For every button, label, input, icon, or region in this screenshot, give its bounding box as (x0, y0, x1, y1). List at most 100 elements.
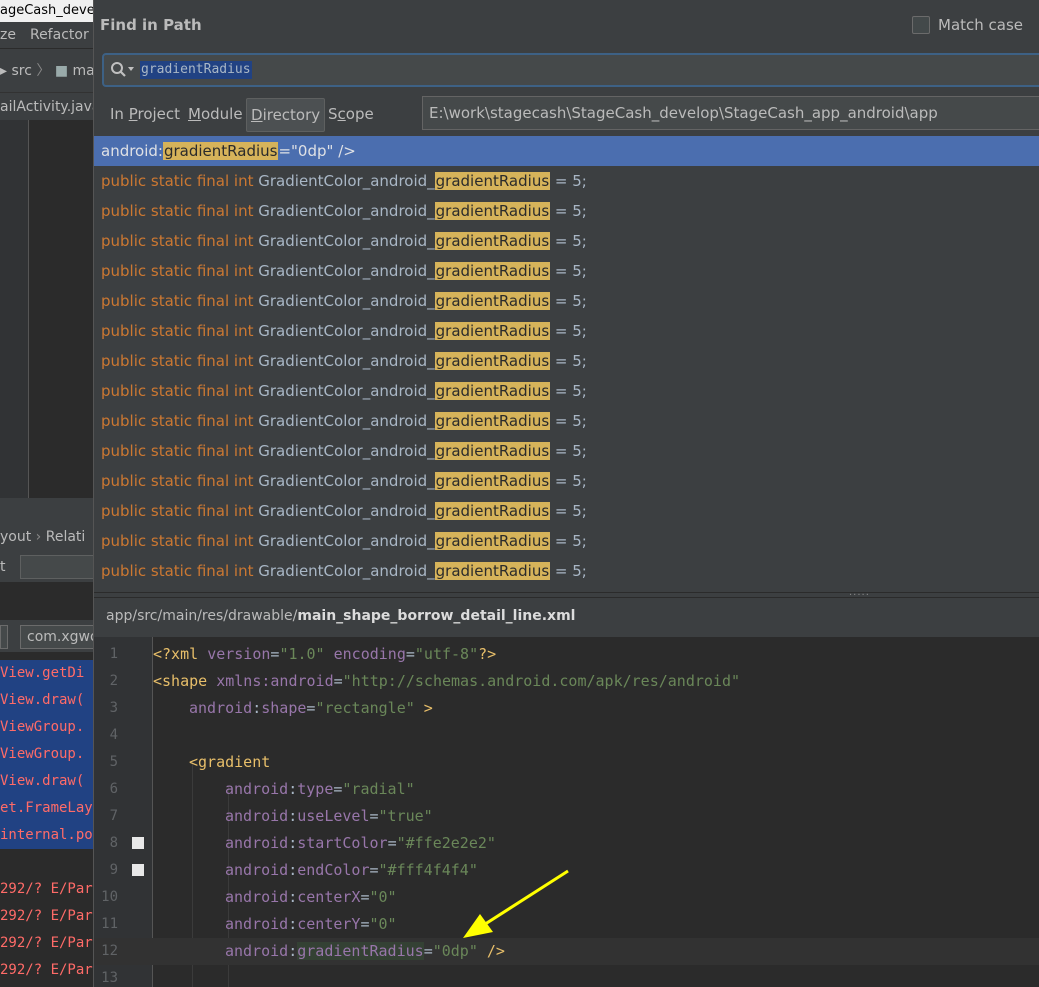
code-token: type (297, 780, 334, 798)
code-line[interactable]: 9 android:endColor="#fff4f4f4" (94, 857, 1039, 884)
device-dropdown[interactable] (0, 625, 8, 649)
code-token: "1.0" (279, 645, 325, 663)
menu-item-analyze[interactable]: ze (0, 27, 16, 43)
result-match: gradientRadius (434, 202, 551, 220)
code-token: android (189, 699, 253, 717)
log-line[interactable]: 292/? E/Par (0, 957, 94, 984)
result-row[interactable]: public static final int GradientColor_an… (94, 226, 1039, 256)
mnemonic-letter: P (128, 105, 138, 123)
result-row[interactable]: public static final int GradientColor_an… (94, 436, 1039, 466)
search-history-icon[interactable] (110, 61, 136, 79)
code-line[interactable]: 13 (94, 965, 1039, 987)
scope-selector: In Project Module Directory Scope E:\wor… (94, 96, 1039, 134)
code-line[interactable]: 5 <gradient (94, 749, 1039, 776)
ide-file-tab[interactable]: ailActivity.java (0, 92, 94, 121)
code-token: android (225, 807, 289, 825)
breadcrumb-item[interactable]: yout (0, 529, 31, 545)
directory-path-field[interactable]: E:\work\stagecash\StageCash_develop\Stag… (422, 96, 1039, 130)
result-row-selected[interactable]: android:gradientRadius="0dp" /> (94, 136, 1039, 166)
match-case-checkbox[interactable] (912, 16, 930, 34)
result-keyword: public static final int (101, 352, 254, 370)
result-row[interactable]: public static final int GradientColor_an… (94, 256, 1039, 286)
result-match: gradientRadius (434, 262, 551, 280)
result-match: gradientRadius (162, 142, 279, 160)
result-row[interactable]: public static final int GradientColor_an… (94, 166, 1039, 196)
ide-subtab[interactable]: t (0, 559, 6, 575)
code-token: : (288, 834, 298, 852)
code-token: endColor (297, 861, 370, 879)
nav-item-main[interactable]: ma (73, 63, 94, 79)
search-field[interactable]: gradientRadius (102, 53, 1039, 87)
log-line[interactable]: View.draw( (0, 768, 94, 795)
dialog-title: Find in Path (100, 16, 202, 34)
code-token: "#fff4f4f4" (378, 861, 478, 879)
code-token: "utf-8" (414, 645, 479, 663)
log-line[interactable]: View.draw( (0, 687, 94, 714)
match-case-label[interactable]: Match case (938, 16, 1023, 34)
code-line[interactable]: 7 android:useLevel="true" (94, 803, 1039, 830)
chevron-right-icon: › (35, 529, 46, 545)
log-line[interactable]: 292/? E/Par (0, 930, 94, 957)
code-text: <gradient (189, 749, 270, 776)
result-prefix: GradientColor_android_ (253, 172, 435, 190)
tab-directory[interactable]: Directory (246, 98, 326, 132)
result-row[interactable]: public static final int GradientColor_an… (94, 526, 1039, 556)
tab-scope[interactable]: Scope (324, 98, 378, 130)
code-line[interactable]: 2 <shape xmlns:android="http://schemas.an… (94, 668, 1039, 695)
tab-in-project[interactable]: In Project (106, 98, 184, 130)
color-swatch-icon[interactable] (132, 864, 144, 876)
dialog-header[interactable]: Find in Path Match case (94, 0, 1039, 52)
code-line[interactable]: 8 android:startColor="#ffe2e2e2" (94, 830, 1039, 857)
result-row[interactable]: public static final int GradientColor_an… (94, 466, 1039, 496)
result-keyword: public static final int (101, 472, 254, 490)
code-token: : (288, 807, 298, 825)
result-row[interactable]: public static final int GradientColor_an… (94, 196, 1039, 226)
result-row[interactable]: public static final int GradientColor_an… (94, 316, 1039, 346)
code-token: "0" (369, 888, 397, 906)
menu-item-refactor[interactable]: Refactor (30, 27, 89, 43)
log-line[interactable]: View.getDi (0, 660, 94, 687)
log-line[interactable]: 292/? E/Par (0, 876, 94, 903)
code-token: : (288, 861, 298, 879)
code-text: android:centerX="0" (225, 884, 397, 911)
result-match: gradientRadius (434, 382, 551, 400)
code-line[interactable]: 11 android:centerY="0" (94, 911, 1039, 938)
result-suffix: = 5; (550, 232, 587, 250)
code-token: android (225, 780, 289, 798)
search-input[interactable]: gradientRadius (140, 61, 252, 79)
log-line[interactable]: internal.po (0, 822, 94, 849)
log-line[interactable]: ViewGroup. (0, 714, 94, 741)
code-line[interactable]: 1 <?xml version="1.0" encoding="utf-8"?> (94, 641, 1039, 668)
result-row[interactable]: public static final int GradientColor_an… (94, 406, 1039, 436)
logcat-toolbar: com.xgwo (0, 620, 94, 652)
log-line[interactable]: ViewGroup. (0, 741, 94, 768)
code-line[interactable]: 6 android:type="radial" (94, 776, 1039, 803)
result-prefix: GradientColor_android_ (253, 562, 435, 580)
code-line[interactable]: 4 (94, 722, 1039, 749)
code-line[interactable]: 10 android:centerX="0" (94, 884, 1039, 911)
result-row[interactable]: public static final int GradientColor_an… (94, 346, 1039, 376)
log-line[interactable]: et.FrameLay (0, 795, 94, 822)
result-row[interactable]: public static final int GradientColor_an… (94, 376, 1039, 406)
line-number: 6 (109, 781, 118, 797)
match-case-option[interactable]: Match case (912, 16, 1023, 34)
mnemonic-letter: c (337, 105, 346, 123)
log-line[interactable] (0, 849, 94, 876)
result-suffix: = 5; (550, 202, 587, 220)
code-text: android:useLevel="true" (225, 803, 433, 830)
code-line[interactable]: 12 android:gradientRadius="0dp" /> (94, 938, 1039, 965)
code-preview[interactable]: 1 <?xml version="1.0" encoding="utf-8"?> 2… (94, 637, 1039, 987)
color-swatch-icon[interactable] (132, 837, 144, 849)
breadcrumb-item[interactable]: Relati (46, 529, 86, 545)
result-row[interactable]: public static final int GradientColor_an… (94, 496, 1039, 526)
log-line[interactable]: 292/? E/Par (0, 903, 94, 930)
tab-module[interactable]: Module (184, 98, 247, 130)
result-row[interactable]: public static final int GradientColor_an… (94, 556, 1039, 586)
logcat-filter-dropdown[interactable]: com.xgwo (20, 625, 94, 649)
result-match: gradientRadius (434, 562, 551, 580)
result-row[interactable]: public static final int GradientColor_an… (94, 286, 1039, 316)
code-token: <shape (153, 672, 217, 690)
result-prefix: GradientColor_android_ (253, 262, 435, 280)
code-line[interactable]: 3 android:shape="rectangle" > (94, 695, 1039, 722)
nav-item-src[interactable]: src (11, 63, 31, 79)
